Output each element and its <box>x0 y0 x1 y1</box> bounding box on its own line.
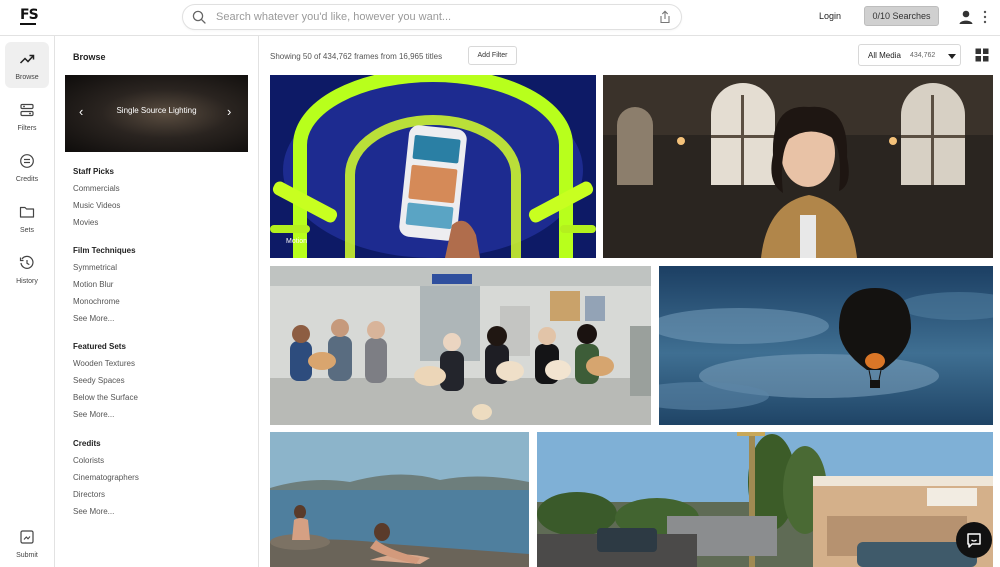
frame-thumbnail-gas-station[interactable] <box>537 432 993 567</box>
chat-icon <box>967 533 981 548</box>
frame-image <box>603 75 993 258</box>
results-area: Showing 50 of 434,762 frames from 16,965… <box>260 36 1000 567</box>
link-see-more-credits[interactable]: See More... <box>73 507 114 516</box>
frame-tag-motion: Motion <box>286 238 308 245</box>
rail-label-credits: Credits <box>15 176 39 183</box>
trending-icon <box>19 54 35 64</box>
frame-thumbnail-woman[interactable] <box>603 75 993 258</box>
link-colorists[interactable]: Colorists <box>73 456 104 465</box>
carousel-next-button[interactable]: › <box>227 105 231 119</box>
frame-image <box>270 266 651 425</box>
frame-thumbnail-balloon[interactable] <box>659 266 993 425</box>
frame-image <box>270 432 529 567</box>
link-seedy-spaces[interactable]: Seedy Spaces <box>73 376 125 385</box>
link-below-the-surface[interactable]: Below the Surface <box>73 393 138 402</box>
link-directors[interactable]: Directors <box>73 490 105 499</box>
frame-image <box>537 432 993 567</box>
filters-icon <box>20 103 34 117</box>
link-see-more-techniques[interactable]: See More... <box>73 314 114 323</box>
user-icon[interactable] <box>958 9 974 25</box>
more-vertical-icon[interactable] <box>982 10 988 24</box>
history-icon <box>19 255 34 269</box>
login-link[interactable]: Login <box>819 11 841 21</box>
panel-title: Browse <box>73 52 106 62</box>
frame-image <box>659 266 993 425</box>
featured-carousel[interactable]: ‹ Single Source Lighting › <box>65 75 248 152</box>
logo-underline <box>20 23 36 25</box>
rail-item-sets[interactable]: Sets <box>5 195 49 241</box>
section-title-staff-picks: Staff Picks <box>73 167 114 176</box>
rail-label-sets: Sets <box>19 227 34 234</box>
link-cinematographers[interactable]: Cinematographers <box>73 473 139 482</box>
submit-icon <box>20 530 34 544</box>
caret-down-icon <box>948 54 956 59</box>
left-rail: Browse Filters Credits Sets History Subm… <box>0 36 55 567</box>
rail-label-browse: Browse <box>15 74 39 81</box>
frame-thumbnail-phone[interactable]: Motion <box>270 75 596 258</box>
media-select-count: 434,762 <box>910 52 936 59</box>
link-see-more-sets[interactable]: See More... <box>73 410 114 419</box>
rail-item-browse[interactable]: Browse <box>5 42 49 88</box>
section-title-featured-sets: Featured Sets <box>73 342 126 351</box>
frame-thumbnail-beach[interactable] <box>270 432 529 567</box>
media-type-select[interactable]: All Media 434,762 <box>858 44 961 66</box>
link-music-videos[interactable]: Music Videos <box>73 201 120 210</box>
rail-label-filters: Filters <box>17 125 37 132</box>
rail-item-history[interactable]: History <box>5 246 49 292</box>
add-filter-button[interactable]: Add Filter <box>468 46 517 65</box>
link-monochrome[interactable]: Monochrome <box>73 297 120 306</box>
rail-item-filters[interactable]: Filters <box>5 93 49 139</box>
search-icon <box>192 10 206 24</box>
media-select-label: All Media <box>868 51 901 60</box>
section-title-credits: Credits <box>73 439 101 448</box>
upload-icon[interactable] <box>659 10 671 24</box>
link-symmetrical[interactable]: Symmetrical <box>73 263 117 272</box>
link-wooden-textures[interactable]: Wooden Textures <box>73 359 135 368</box>
rail-item-credits[interactable]: Credits <box>5 144 49 190</box>
link-movies[interactable]: Movies <box>73 218 98 227</box>
chat-launcher-button[interactable] <box>956 522 992 558</box>
top-bar: FS Login 0/10 Searches <box>0 0 1000 36</box>
credits-icon <box>20 154 34 168</box>
browse-panel: Browse ‹ Single Source Lighting › Staff … <box>56 36 259 567</box>
rail-label-submit: Submit <box>16 552 38 559</box>
logo-text: FS <box>20 7 39 23</box>
logo[interactable]: FS <box>20 7 39 25</box>
link-commercials[interactable]: Commercials <box>73 184 120 193</box>
link-motion-blur[interactable]: Motion Blur <box>73 280 113 289</box>
search-bar[interactable] <box>182 4 682 30</box>
frame-thumbnail-waiting-room[interactable] <box>270 266 651 425</box>
folder-icon <box>19 206 35 218</box>
search-input[interactable] <box>216 9 646 25</box>
results-summary: Showing 50 of 434,762 frames from 16,965… <box>270 52 443 61</box>
grid-view-icon[interactable] <box>975 48 989 62</box>
section-title-film-techniques: Film Techniques <box>73 246 136 255</box>
rail-item-submit[interactable]: Submit <box>5 520 49 566</box>
carousel-label: Single Source Lighting <box>116 106 197 115</box>
frame-image <box>270 75 596 258</box>
searches-counter-button[interactable]: 0/10 Searches <box>864 6 939 26</box>
rail-label-history: History <box>16 278 38 285</box>
